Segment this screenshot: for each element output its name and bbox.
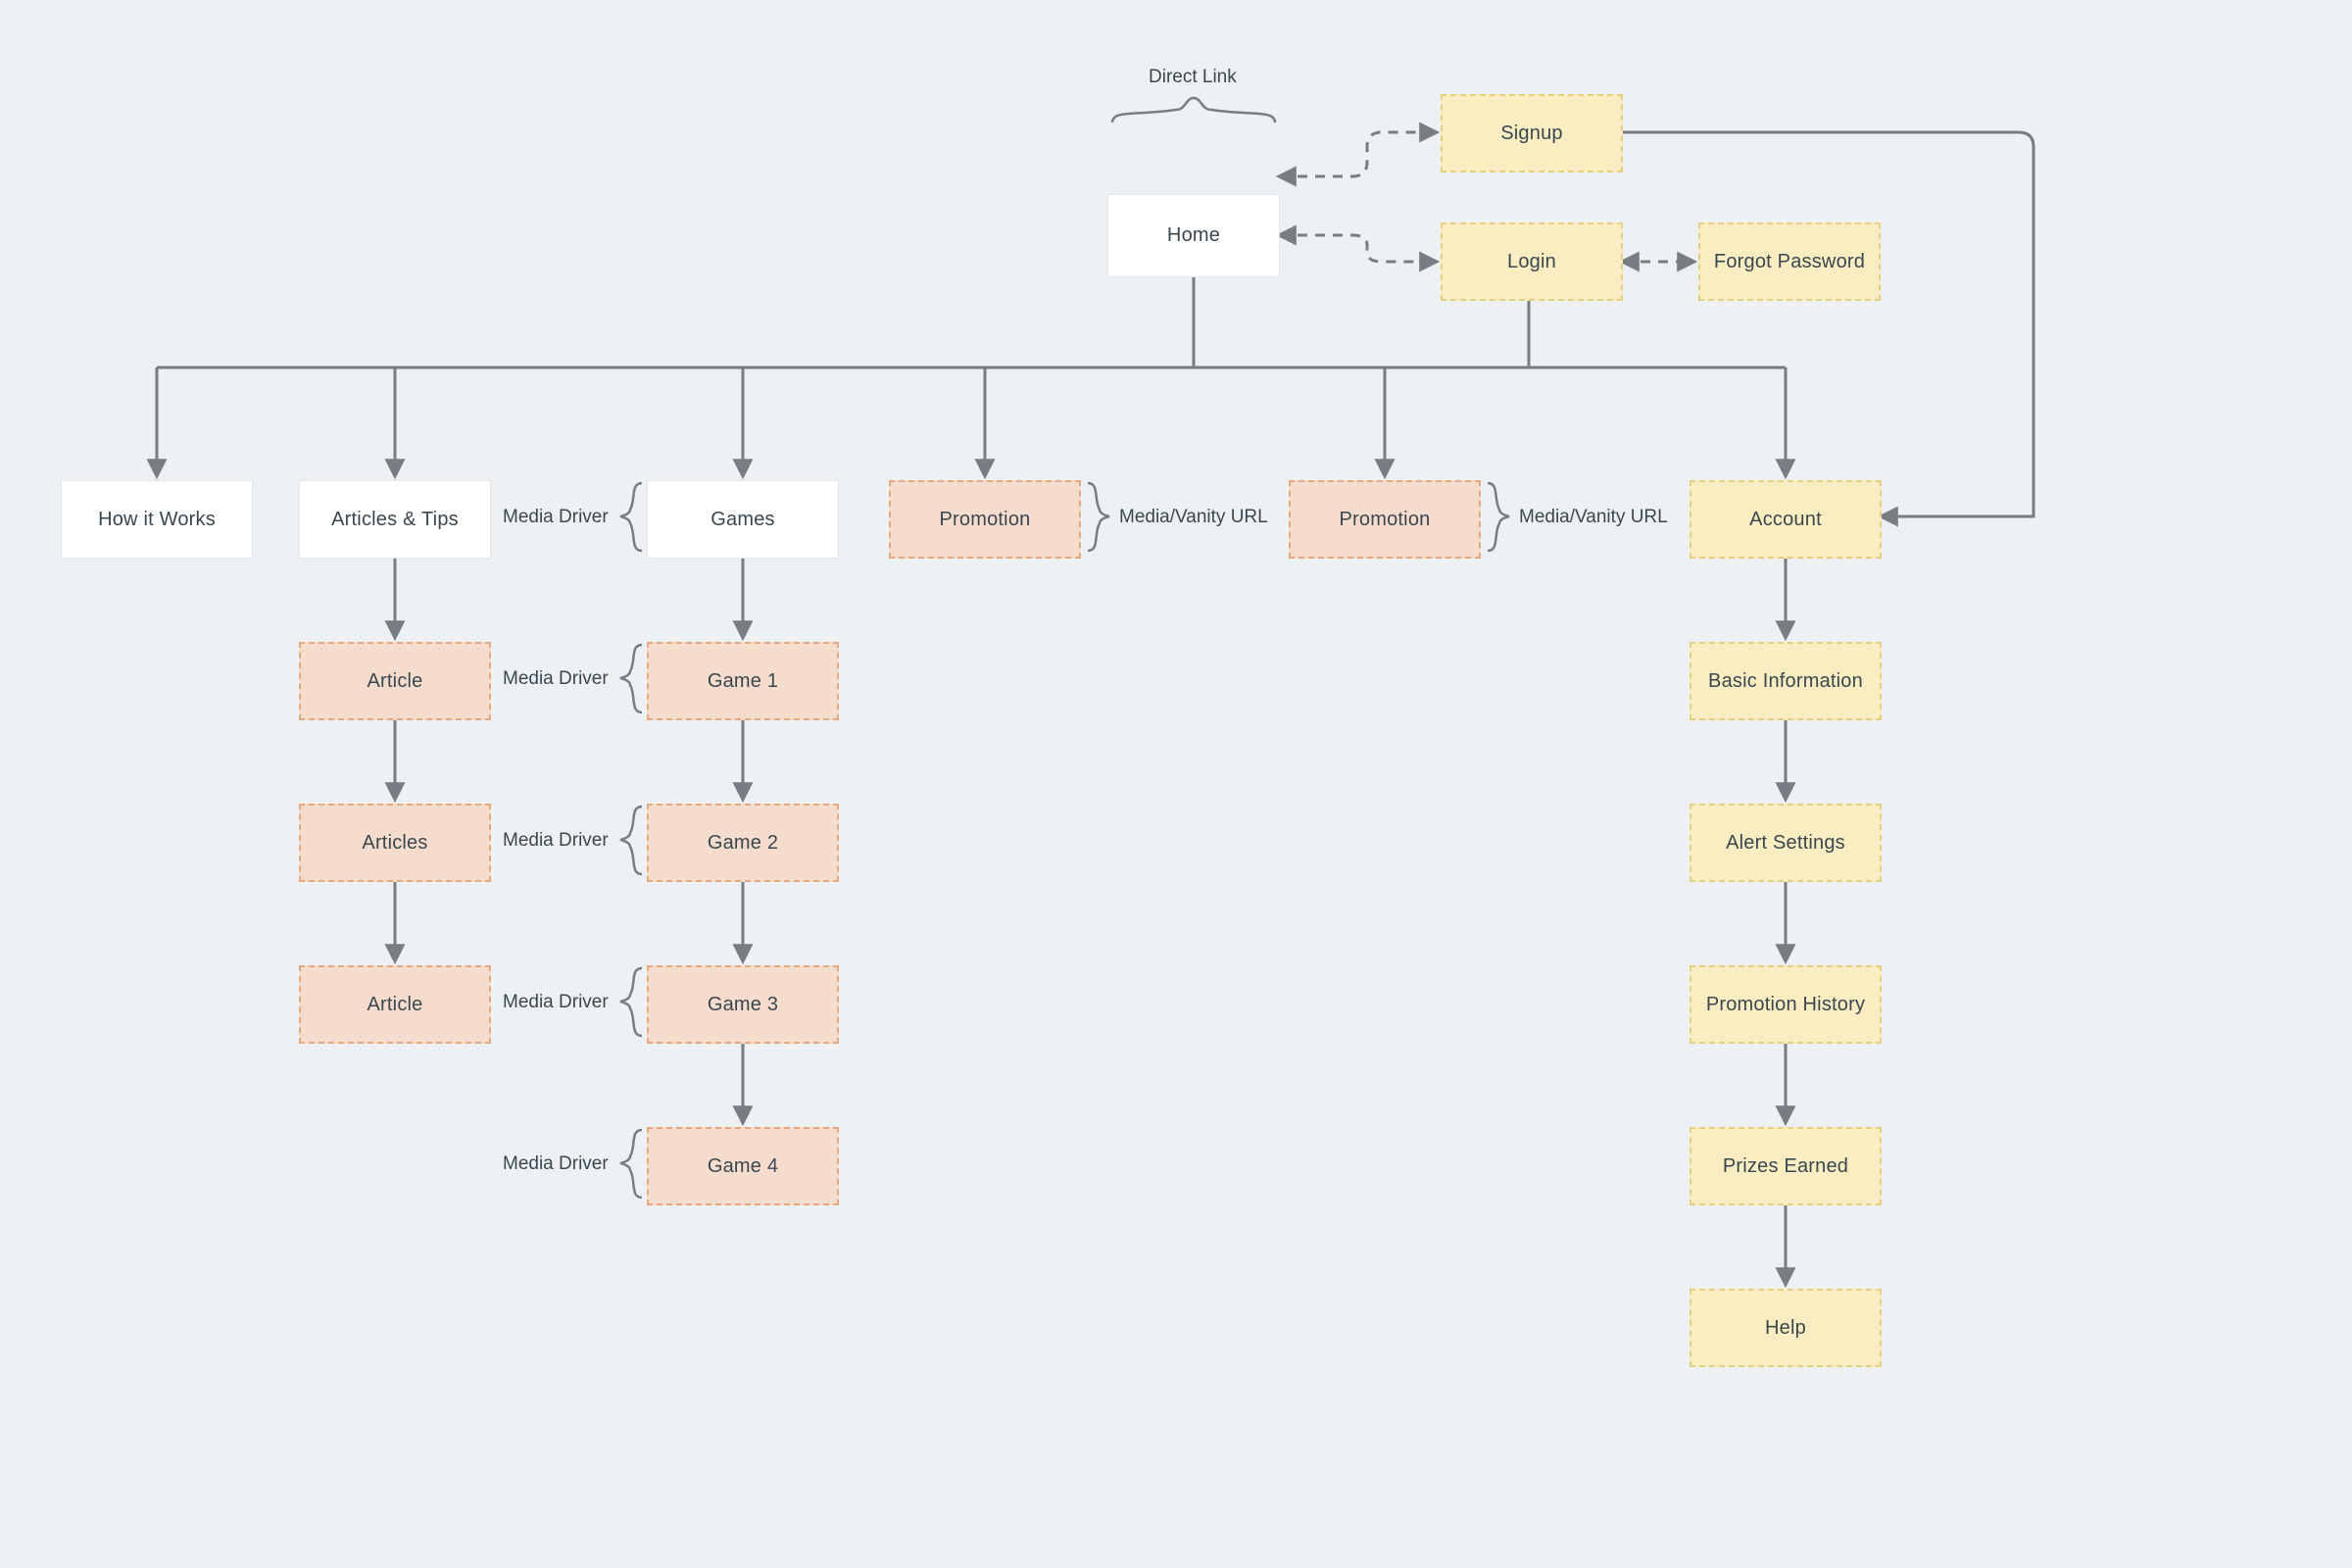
node-alert-settings: Alert Settings <box>1690 804 1882 882</box>
node-account: Account <box>1690 480 1882 559</box>
node-label: Game 4 <box>708 1155 778 1178</box>
node-label: Login <box>1507 251 1556 273</box>
media-driver-label: Media Driver <box>503 1153 609 1175</box>
node-how-it-works: How it Works <box>61 480 253 559</box>
node-label: Game 1 <box>708 670 778 693</box>
node-label: Home <box>1167 224 1220 247</box>
node-label: Promotion <box>940 509 1031 531</box>
node-label: Games <box>710 509 774 531</box>
node-promotion-1: Promotion <box>889 480 1081 559</box>
node-label: Article <box>368 994 423 1016</box>
node-label: Articles <box>362 832 427 855</box>
node-game-1: Game 1 <box>647 642 839 720</box>
media-driver-label: Media Driver <box>503 830 609 852</box>
node-article-1: Article <box>299 642 491 720</box>
node-label: Forgot Password <box>1714 251 1865 273</box>
media-vanity-url-label: Media/Vanity URL <box>1119 507 1268 528</box>
node-label: Basic Information <box>1708 670 1863 693</box>
node-prizes-earned: Prizes Earned <box>1690 1127 1882 1205</box>
node-label: Articles & Tips <box>331 509 459 531</box>
media-vanity-url-label: Media/Vanity URL <box>1519 507 1668 528</box>
media-driver-label: Media Driver <box>503 507 609 528</box>
node-forgot-password: Forgot Password <box>1698 222 1881 301</box>
node-label: Game 3 <box>708 994 778 1016</box>
node-article-2: Article <box>299 965 491 1044</box>
media-driver-label: Media Driver <box>503 992 609 1013</box>
node-label: Game 2 <box>708 832 778 855</box>
node-signup: Signup <box>1441 94 1623 172</box>
node-label: Help <box>1765 1317 1806 1340</box>
node-game-4: Game 4 <box>647 1127 839 1205</box>
node-label: Signup <box>1500 122 1562 145</box>
node-home: Home <box>1107 194 1280 277</box>
node-articles: Articles <box>299 804 491 882</box>
node-promotion-history: Promotion History <box>1690 965 1882 1044</box>
node-game-3: Game 3 <box>647 965 839 1044</box>
node-help: Help <box>1690 1289 1882 1367</box>
node-label: Article <box>368 670 423 693</box>
node-articles-tips: Articles & Tips <box>299 480 491 559</box>
node-label: Prizes Earned <box>1723 1155 1848 1178</box>
node-label: Promotion History <box>1706 994 1865 1016</box>
node-label: Account <box>1749 509 1822 531</box>
direct-link-label: Direct Link <box>1149 67 1237 88</box>
node-basic-information: Basic Information <box>1690 642 1882 720</box>
node-games: Games <box>647 480 839 559</box>
node-promotion-2: Promotion <box>1289 480 1481 559</box>
node-label: How it Works <box>98 509 216 531</box>
node-label: Promotion <box>1340 509 1431 531</box>
media-driver-label: Media Driver <box>503 668 609 690</box>
node-game-2: Game 2 <box>647 804 839 882</box>
sitemap-diagram: Direct Link Home Signup Login Forgot Pas… <box>0 0 2352 1568</box>
node-login: Login <box>1441 222 1623 301</box>
node-label: Alert Settings <box>1726 832 1845 855</box>
